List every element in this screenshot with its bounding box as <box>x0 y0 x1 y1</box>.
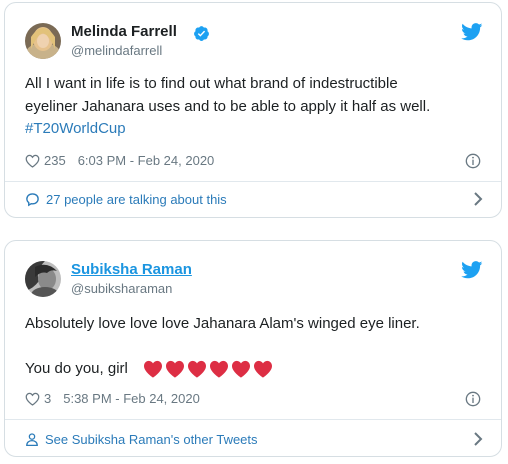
heart-emojis <box>143 360 275 383</box>
other-tweets-link[interactable]: See Subiksha Raman's other Tweets <box>25 428 485 450</box>
tweet-text: All I want in life is to find out what b… <box>25 73 481 141</box>
conversation-text[interactable]: 27 people are talking about this <box>46 192 227 207</box>
heart-icon[interactable] <box>25 392 40 406</box>
speech-bubble-icon <box>26 192 39 206</box>
hashtag-link[interactable]: #T20WorldCup <box>25 118 481 141</box>
tweet-meta: 3 5:38 PM - Feb 24, 2020 <box>25 391 200 406</box>
tweet-text-line: Absolutely love love love Jahanara Alam'… <box>25 315 420 332</box>
red-heart-emoji <box>210 360 228 378</box>
like-count[interactable]: 235 <box>44 153 66 168</box>
red-heart-emoji <box>188 360 206 378</box>
timestamp[interactable]: 6:03 PM - Feb 24, 2020 <box>78 153 215 168</box>
info-icon[interactable] <box>465 153 481 169</box>
red-heart-emoji <box>144 360 162 378</box>
tweet-card[interactable]: Subiksha Raman @subiksharaman Absolutely… <box>4 240 502 457</box>
other-tweets-text[interactable]: See Subiksha Raman's other Tweets <box>45 432 258 447</box>
chevron-right-icon[interactable] <box>471 191 485 207</box>
twitter-bird-icon[interactable] <box>461 261 483 279</box>
divider <box>5 181 501 182</box>
red-heart-emoji <box>254 360 272 378</box>
chevron-right-icon[interactable] <box>471 431 485 447</box>
author-name[interactable]: Melinda Farrell <box>71 23 177 41</box>
tweet-meta: 235 6:03 PM - Feb 24, 2020 <box>25 153 214 168</box>
info-icon[interactable] <box>465 391 481 407</box>
person-icon <box>26 432 38 446</box>
avatar[interactable] <box>25 23 61 59</box>
tweet-text-line: You do you, girl <box>25 360 128 377</box>
red-heart-emoji <box>166 360 184 378</box>
tweet-text-line: eyeliner Jahanara uses and to be able to… <box>25 97 431 115</box>
timestamp[interactable]: 5:38 PM - Feb 24, 2020 <box>63 391 200 406</box>
conversation-link[interactable]: 27 people are talking about this <box>25 188 485 210</box>
red-heart-emoji <box>232 360 250 378</box>
author-handle[interactable]: @subiksharaman <box>71 281 172 297</box>
heart-icon[interactable] <box>25 154 40 168</box>
divider <box>5 419 501 420</box>
like-count[interactable]: 3 <box>44 391 51 406</box>
twitter-bird-icon[interactable] <box>461 23 483 41</box>
verified-badge-icon <box>194 26 209 41</box>
author-name[interactable]: Subiksha Raman <box>71 261 192 279</box>
avatar[interactable] <box>25 261 61 297</box>
author-handle[interactable]: @melindafarrell <box>71 43 162 59</box>
tweet-card[interactable]: Melinda Farrell @melindafarrell All I wa… <box>4 2 502 218</box>
tweet-text-line: All I want in life is to find out what b… <box>25 75 398 92</box>
